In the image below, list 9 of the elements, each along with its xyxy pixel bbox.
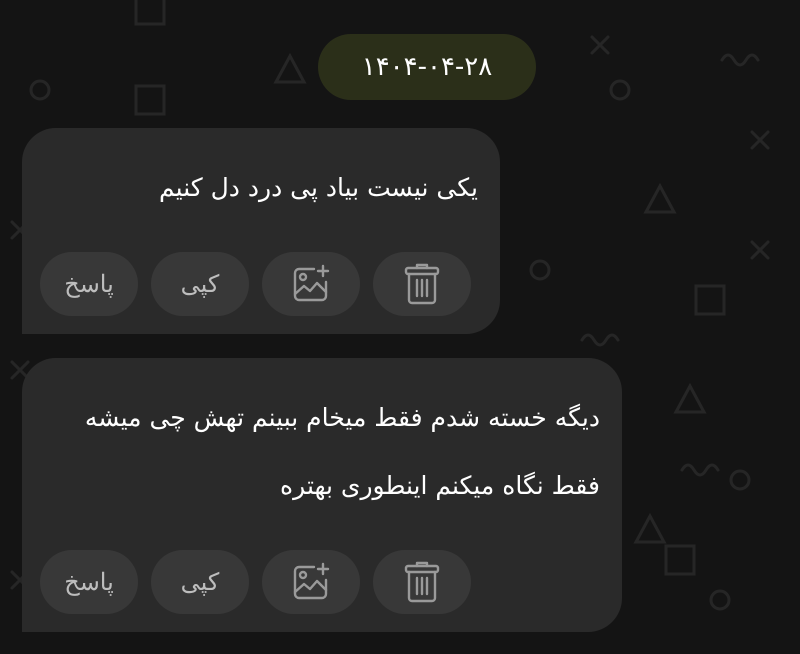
copy-button[interactable]: کپی — [151, 252, 249, 316]
reply-button[interactable]: پاسخ — [40, 550, 138, 614]
message-text: یکی نیست بیاد پی درد دل کنیم — [158, 172, 478, 204]
reply-button[interactable]: پاسخ — [40, 252, 138, 316]
date-badge: ۱۴۰۴-۰۴-۲۸ — [318, 34, 536, 100]
trash-icon — [403, 560, 441, 604]
trash-icon — [403, 262, 441, 306]
copy-button[interactable]: کپی — [151, 550, 249, 614]
message-text: دیگه خسته شدم فقط میخام ببینم تهش چی میشه فقط نگاه میکنم اینطوری بهتره — [84, 402, 600, 502]
